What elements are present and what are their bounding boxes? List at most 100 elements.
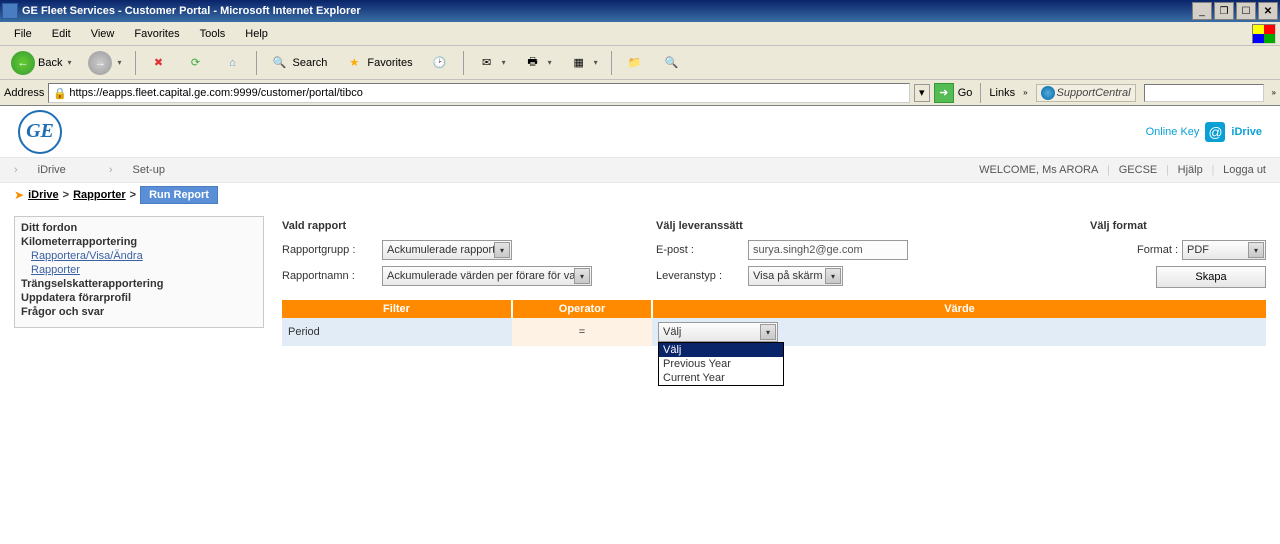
col-operator: Operator: [512, 300, 652, 318]
stop-icon: ✖: [149, 53, 169, 73]
lock-icon: 🔒: [53, 87, 65, 99]
edit-dropdown-icon: ▾: [594, 58, 598, 67]
menu-help[interactable]: Help: [235, 26, 278, 42]
address-input[interactable]: [69, 87, 904, 99]
window-titlebar: GE Fleet Services - Customer Portal - Mi…: [0, 0, 1280, 22]
breadcrumb-arrow-icon: ➤: [14, 188, 24, 202]
email-label: E-post :: [656, 244, 748, 256]
menu-tools[interactable]: Tools: [190, 26, 236, 42]
supportcentral-chevron-icon: »: [1272, 88, 1276, 97]
research-button[interactable]: 🔍: [655, 50, 689, 76]
format-select[interactable]: PDF ▾: [1182, 240, 1266, 260]
period-value: Välj: [663, 326, 681, 338]
refresh-button[interactable]: ⟳: [179, 50, 213, 76]
search-button[interactable]: 🔍Search: [263, 50, 335, 76]
refresh-icon: ⟳: [186, 53, 206, 73]
minimize-button[interactable]: _: [1192, 2, 1212, 20]
format-label: Format :: [1128, 244, 1182, 256]
home-icon: ⌂: [223, 53, 243, 73]
back-dropdown-icon: ▾: [67, 58, 71, 67]
cell-filter: Period: [282, 318, 512, 346]
address-label: Address: [4, 87, 44, 99]
report-group-select[interactable]: Ackumulerade rapport ▾: [382, 240, 512, 260]
chevron-down-icon: ▾: [1248, 242, 1264, 258]
stop-button[interactable]: ✖: [142, 50, 176, 76]
sidebar-item-vehicle[interactable]: Ditt fordon: [21, 221, 257, 235]
sidebar-item-report-view-edit[interactable]: Rapportera/Visa/Ändra: [21, 249, 257, 263]
window-title: GE Fleet Services - Customer Portal - Mi…: [22, 5, 1192, 17]
mail-icon: ✉: [477, 53, 497, 73]
address-input-wrap: 🔒: [48, 83, 909, 103]
research-icon: 🔍: [662, 53, 682, 73]
supportcentral-search-input[interactable]: [1144, 84, 1264, 102]
help-link[interactable]: Hjälp: [1178, 164, 1203, 176]
windows-flag-icon: [1252, 24, 1276, 44]
breadcrumb-idrive[interactable]: iDrive: [28, 189, 59, 201]
forward-button[interactable]: → ▾: [81, 48, 128, 78]
period-option-current-year[interactable]: Current Year: [659, 371, 783, 385]
search-label: Search: [293, 57, 328, 69]
period-option-valj[interactable]: Välj: [659, 343, 783, 357]
report-group-label: Rapportgrupp :: [282, 244, 382, 256]
create-button[interactable]: Skapa: [1156, 266, 1266, 288]
menu-edit[interactable]: Edit: [42, 26, 81, 42]
report-name-label: Rapportnamn :: [282, 270, 382, 282]
welcome-text: WELCOME, Ms ARORA: [979, 164, 1098, 176]
period-select[interactable]: Välj ▾ Välj Previous Year Current Year: [658, 322, 778, 342]
print-button[interactable]: 🖶▾: [516, 50, 559, 76]
go-button[interactable]: ➜: [934, 83, 954, 103]
mail-button[interactable]: ✉▾: [470, 50, 513, 76]
history-button[interactable]: 🕑: [423, 50, 457, 76]
back-button[interactable]: ← Back ▾: [4, 48, 78, 78]
nav-setup[interactable]: ›Set-up: [109, 164, 185, 176]
period-option-previous-year[interactable]: Previous Year: [659, 357, 783, 371]
cell-operator: =: [512, 318, 652, 346]
history-icon: 🕑: [430, 53, 450, 73]
restore-button[interactable]: ❐: [1214, 2, 1234, 20]
period-dropdown: Välj Previous Year Current Year: [658, 342, 784, 386]
chevron-right-icon: ›: [14, 164, 18, 176]
folder-button[interactable]: 📁: [618, 50, 652, 76]
sidebar-item-driver-profile[interactable]: Uppdatera förarprofil: [21, 291, 257, 305]
chevron-down-icon: ▾: [574, 268, 590, 284]
delivery-type-select[interactable]: Visa på skärm ▾: [748, 266, 843, 286]
sidebar-item-reports[interactable]: Rapporter: [21, 263, 257, 277]
online-key-brand: Online Key @ iDrive: [1146, 122, 1262, 142]
supportcentral-button[interactable]: SupportCentral: [1036, 84, 1136, 102]
maximize-button[interactable]: ☐: [1236, 2, 1256, 20]
home-button[interactable]: ⌂: [216, 50, 250, 76]
table-row: Period = Välj ▾ Välj Previous Year: [282, 318, 1266, 346]
edit-button[interactable]: ▦▾: [562, 50, 605, 76]
nav-idrive[interactable]: ›iDrive: [14, 164, 86, 176]
gecse-link[interactable]: GECSE: [1119, 164, 1158, 176]
sidebar: Ditt fordon Kilometerrapportering Rappor…: [14, 216, 264, 328]
menu-view[interactable]: View: [81, 26, 125, 42]
favorites-button[interactable]: ★Favorites: [337, 50, 419, 76]
ge-logo-icon: GE: [18, 110, 62, 154]
sidebar-item-congestion[interactable]: Trängselskatterapportering: [21, 277, 257, 291]
email-field[interactable]: [748, 240, 908, 260]
close-button[interactable]: ✕: [1258, 2, 1278, 20]
logout-link[interactable]: Logga ut: [1223, 164, 1266, 176]
folder-icon: 📁: [625, 53, 645, 73]
report-group-value: Ackumulerade rapport: [387, 244, 495, 256]
links-label[interactable]: Links: [989, 87, 1015, 99]
print-dropdown-icon: ▾: [548, 58, 552, 67]
back-label: Back: [38, 57, 62, 69]
menu-bar: File Edit View Favorites Tools Help: [0, 22, 1280, 46]
report-name-select[interactable]: Ackumulerade värden per förare för valt …: [382, 266, 592, 286]
delivery-type-label: Leveranstyp :: [656, 270, 748, 282]
brand-bar: GE Online Key @ iDrive: [0, 106, 1280, 158]
address-dropdown-button[interactable]: ▾: [914, 84, 930, 102]
address-bar: Address 🔒 ▾ ➜ Go Links » SupportCentral …: [0, 80, 1280, 106]
sidebar-item-faq[interactable]: Frågor och svar: [21, 305, 257, 319]
mail-dropdown-icon: ▾: [502, 58, 506, 67]
links-separator: [980, 83, 981, 103]
chevron-down-icon: ▾: [825, 268, 841, 284]
favorites-label: Favorites: [367, 57, 412, 69]
breadcrumb-reports[interactable]: Rapporter: [73, 189, 126, 201]
sidebar-item-km-reporting[interactable]: Kilometerrapportering: [21, 235, 257, 249]
format-value: PDF: [1187, 244, 1209, 256]
menu-favorites[interactable]: Favorites: [124, 26, 189, 42]
menu-file[interactable]: File: [4, 26, 42, 42]
